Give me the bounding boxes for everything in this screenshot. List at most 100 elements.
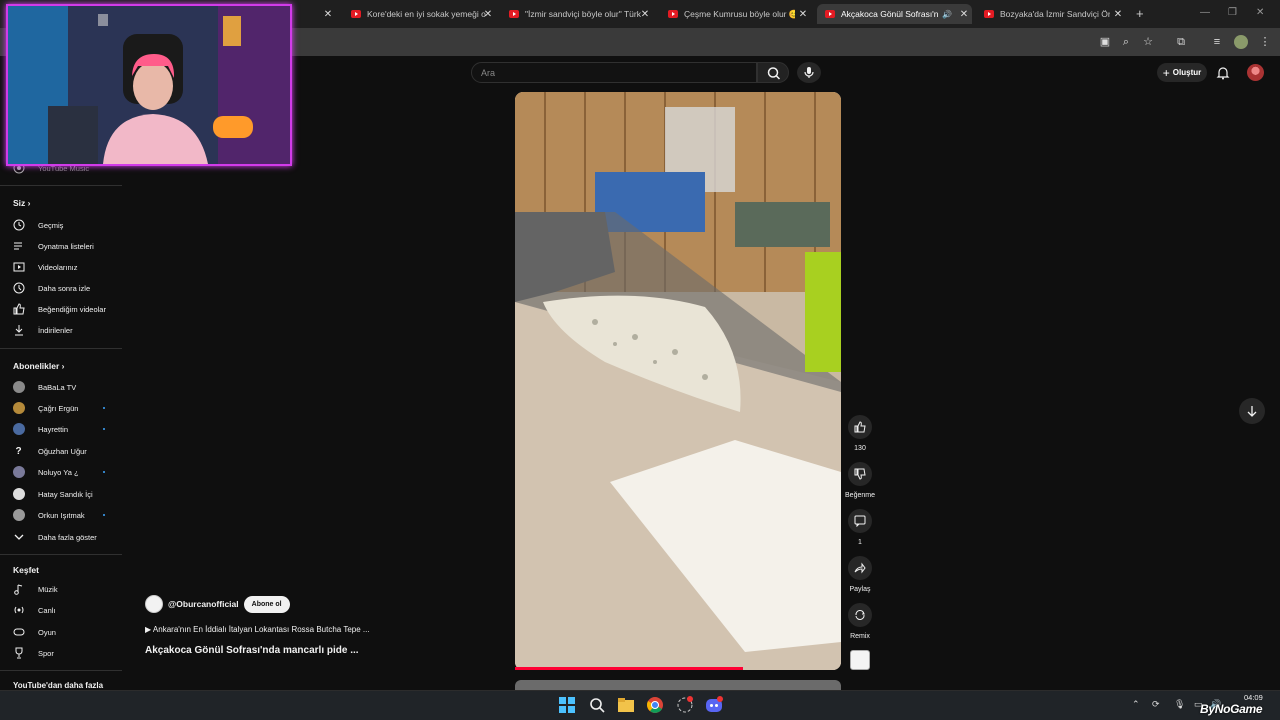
related-video-link[interactable]: ▶ Ankara'nın En İddialı İtalyan Lokantas…	[145, 625, 370, 634]
sidebar-item-gaming[interactable]: Oyun	[0, 622, 122, 642]
tab-close-icon[interactable]: ✕	[956, 9, 972, 20]
sidebar-item-channel[interactable]: BaBaLa TV	[0, 377, 122, 397]
channel-name: Noluyo Ya ¿	[38, 467, 79, 477]
channel-avatar	[12, 423, 25, 435]
browser-menu-icon[interactable]: ⋮	[1258, 35, 1272, 49]
tab-close-icon[interactable]: ✕	[1110, 9, 1126, 20]
notifications-bell-icon[interactable]	[1216, 66, 1230, 80]
short-video-player[interactable]	[515, 92, 841, 670]
watch-later-icon	[12, 282, 25, 295]
new-tab-button[interactable]: +	[1136, 6, 1144, 21]
sidebar-item-label: Beğendiğim videolar	[38, 304, 106, 314]
voice-search-button[interactable]	[797, 62, 821, 83]
section-title: Abonelikler	[13, 361, 60, 371]
taskbar-clock[interactable]: 04:09	[1244, 693, 1263, 702]
show-more-button[interactable]: Daha fazla göster	[0, 527, 122, 547]
reading-list-icon[interactable]: ≡	[1210, 35, 1224, 49]
history-icon	[12, 219, 25, 232]
comment-count: 1	[858, 539, 862, 546]
minimize-button[interactable]: —	[1200, 7, 1210, 18]
sidebar-section-subscriptions[interactable]: Abonelikler ›	[13, 361, 65, 371]
section-title: Siz	[13, 198, 26, 208]
create-button[interactable]: + Oluştur	[1157, 63, 1207, 82]
sidebar-item-label: Canlı	[38, 605, 56, 615]
tab-close-icon[interactable]: ✕	[795, 4, 811, 24]
your-videos-icon	[12, 261, 25, 274]
browser-tab-active[interactable]: Akçakoca Gönül Sofrası'nd 🔊 ✕	[817, 4, 972, 24]
browser-tab[interactable]: Çeşme Kumrusu böyle olur 😊	[660, 4, 795, 24]
sidebar-item-downloads[interactable]: İndirilenler	[0, 320, 122, 340]
sidebar-item-live[interactable]: Canlı	[0, 600, 122, 620]
sidebar-item-channel[interactable]: ? Oğuzhan Uğur	[0, 441, 122, 461]
extensions-icon[interactable]: ⧉	[1174, 35, 1188, 49]
share-button[interactable]: Paylaş	[847, 556, 873, 593]
tab-close-icon[interactable]: ✕	[637, 4, 653, 24]
like-button[interactable]: 130	[847, 415, 873, 452]
browser-tab[interactable]: "İzmir sandviçi böyle olur" Türk	[501, 4, 656, 24]
sidebar-section-you[interactable]: Siz ›	[13, 198, 31, 208]
sidebar-item-watch-later[interactable]: Daha sonra izle	[0, 278, 122, 298]
subscribe-button[interactable]: Abone ol	[243, 595, 290, 613]
sidebar-item-channel[interactable]: Orkun Işıtmak	[0, 505, 122, 525]
youtube-favicon-icon	[668, 10, 678, 18]
chrome-icon[interactable]	[646, 696, 664, 714]
app-icon[interactable]	[676, 696, 694, 714]
audio-source-thumbnail[interactable]	[847, 650, 873, 670]
channel-name[interactable]: @Oburcanofficial	[168, 599, 239, 609]
zoom-icon[interactable]: ⌕	[1119, 35, 1133, 49]
sidebar-item-liked-videos[interactable]: Beğendiğim videolar	[0, 299, 122, 319]
speaker-icon[interactable]: 🔊	[942, 10, 952, 19]
sidebar-item-sports[interactable]: Spor	[0, 643, 122, 663]
browser-tab[interactable]: Kore'deki en iyi sokak yemeği o	[343, 4, 501, 24]
tab-title: Çeşme Kumrusu böyle olur 😊	[684, 8, 795, 19]
next-short-button[interactable]	[1239, 398, 1265, 424]
sidebar-divider	[0, 670, 122, 671]
search-input[interactable]: Ara	[471, 62, 757, 83]
sidebar-item-channel[interactable]: Çağrı Ergün	[0, 398, 122, 418]
tab-close-icon[interactable]: ✕	[480, 4, 496, 24]
next-short-preview[interactable]	[515, 680, 841, 690]
sidebar-item-your-videos[interactable]: Videolarınız	[0, 257, 122, 277]
browser-tab[interactable]: Bozyaka'da İzmir Sandviçi Öne ✕	[976, 4, 1126, 24]
video-progress-bar[interactable]	[515, 667, 743, 670]
sidebar-item-channel[interactable]: Noluyo Ya ¿	[0, 462, 122, 482]
bookmark-star-icon[interactable]: ☆	[1141, 35, 1155, 49]
sports-icon	[12, 647, 25, 660]
account-avatar[interactable]	[1247, 64, 1264, 81]
cast-icon[interactable]: ▣	[1098, 35, 1112, 49]
mic-icon	[804, 67, 814, 78]
search-button[interactable]	[757, 62, 789, 83]
sidebar-item-music[interactable]: Müzik	[0, 579, 122, 599]
channel-info: @Oburcanofficial Abone ol	[145, 595, 290, 613]
maximize-button[interactable]: ❐	[1228, 7, 1237, 18]
tab-close-icon[interactable]: ✕	[320, 4, 336, 24]
like-icon	[12, 303, 25, 316]
tray-overflow-icon[interactable]: ⌃	[1132, 699, 1140, 710]
bynogame-watermark: ByNoGame	[1200, 702, 1263, 716]
windows-start-icon[interactable]	[558, 696, 576, 714]
like-count: 130	[854, 445, 866, 452]
channel-avatar[interactable]	[145, 595, 163, 613]
sidebar-item-channel[interactable]: Hatay Sandık İçi	[0, 484, 122, 504]
channel-avatar	[12, 381, 25, 393]
remix-button[interactable]: Remix	[847, 603, 873, 640]
close-window-button[interactable]: ✕	[1256, 7, 1264, 18]
channel-avatar: ?	[15, 445, 22, 457]
comment-icon	[854, 515, 866, 527]
dislike-button[interactable]: Beğenme	[845, 462, 875, 499]
comments-button[interactable]: 1	[847, 509, 873, 546]
sidebar-item-playlists[interactable]: Oynatma listeleri	[0, 236, 122, 256]
sidebar-item-channel[interactable]: Hayrettin	[0, 419, 122, 439]
sidebar-item-label: Videolarınız	[38, 262, 78, 272]
profile-avatar[interactable]	[1234, 35, 1248, 49]
tray-app-icon[interactable]: ⟳	[1152, 699, 1160, 710]
youtube-favicon-icon	[509, 10, 519, 18]
discord-icon[interactable]	[705, 696, 723, 714]
file-explorer-icon[interactable]	[617, 696, 635, 714]
new-content-dot	[103, 471, 105, 473]
tray-mic-icon[interactable]: 🎙	[1174, 699, 1185, 710]
sidebar-item-history[interactable]: Geçmiş	[0, 215, 122, 235]
sidebar-item-label: Spor	[38, 648, 54, 658]
taskbar-search-icon[interactable]	[588, 696, 606, 714]
short-title[interactable]: Akçakoca Gönül Sofrası'nda mancarlı pide…	[145, 645, 359, 656]
